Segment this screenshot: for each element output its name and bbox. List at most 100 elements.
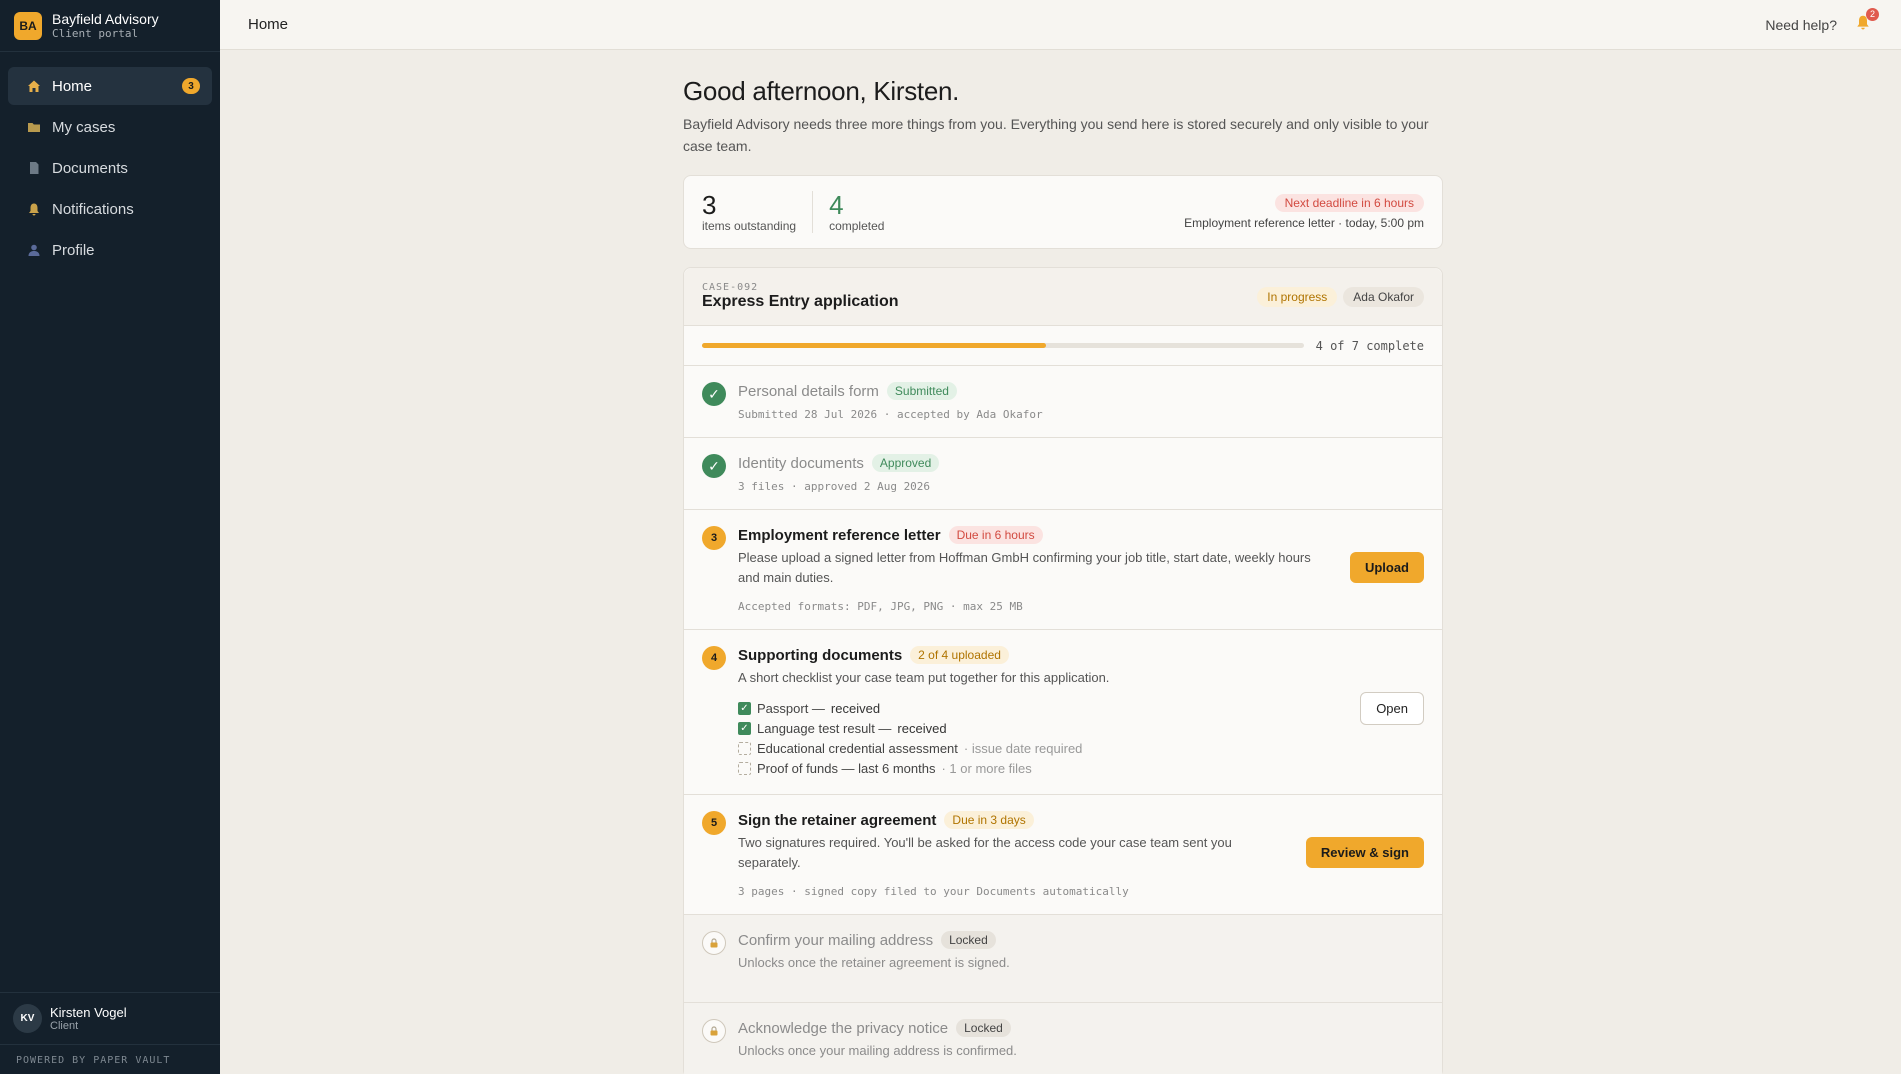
sidebar-item-label: My cases [52,118,116,136]
checklist-item-status: received [897,720,947,736]
task-description: Unlocks once the retainer agreement is s… [738,955,1010,970]
checkbox-empty-icon[interactable] [738,761,751,775]
step-number: 3 [702,526,726,550]
checklist-item[interactable]: ✓ Language test result — received [738,718,1424,738]
checklist-item-label: Proof of funds — last 6 months [757,760,936,776]
document-checklist: ✓ Passport — received ✓ Language test re… [738,698,1424,778]
outstanding-count: 3 [702,190,717,220]
page-title: Home [248,16,289,33]
deadline-badge: Next deadline in 6 hours [1274,194,1424,212]
task-title: Sign the retainer agreement [738,811,937,829]
status-badge: Due in 6 hours [948,526,1043,544]
task-description: A short checklist your case team put tog… [738,670,1110,685]
status-badge: Submitted [886,382,957,400]
user-name: Kirsten Vogel [50,1004,127,1020]
upload-button[interactable]: Upload [1349,552,1424,583]
deadline-text: Employment reference letter · today, 5:0… [1184,216,1424,230]
sidebar-item-label: Home [52,77,93,95]
checklist-item[interactable]: Proof of funds — last 6 months · 1 or mo… [738,758,1424,778]
case-header: CASE-092 Express Entry application In pr… [684,268,1442,326]
intro-text: Bayfield Advisory needs three more thing… [683,116,1429,154]
brand[interactable]: BA Bayfield Advisory Client portal [0,0,220,52]
task-title: Employment reference letter [738,526,941,544]
avatar: KV [13,1004,42,1033]
review-sign-button[interactable]: Review & sign [1305,837,1424,868]
sidebar-item-notifications[interactable]: Notifications [8,190,212,228]
status-badge: Approved [871,454,940,472]
checklist-item-label: Educational credential assessment [757,740,958,756]
sidebar-item-profile[interactable]: Profile [8,231,212,269]
sidebar-item-label: Profile [52,241,95,259]
task-title: Supporting documents [738,646,903,664]
checkbox-checked-icon[interactable]: ✓ [738,721,751,735]
check-icon: ✓ [702,454,726,478]
sidebar-item-documents[interactable]: Documents [8,149,212,187]
task-meta: 3 files · approved 2 Aug 2026 [738,480,931,493]
task-description: Unlocks once your mailing address is con… [738,1043,1017,1058]
status-badge: Locked [941,931,996,949]
task-mailing-address: Confirm your mailing address Locked Unlo… [684,915,1442,1003]
summary-card: 3 items outstanding 4 completed Next dea… [683,175,1443,249]
task-employment-reference[interactable]: 3 Employment reference letter Due in 6 h… [684,510,1442,630]
sidebar-item-my-cases[interactable]: My cases [8,108,212,146]
folder-icon [26,119,42,135]
status-badge: Locked [956,1019,1011,1037]
progress-bar [702,343,1304,348]
step-number: 4 [702,646,726,670]
status-badge: 2 of 4 uploaded [910,646,1009,664]
checklist-item[interactable]: Educational credential assessment · issu… [738,738,1424,758]
sidebar-nav: Home 3 My cases Documents Notifications [0,52,220,287]
task-title: Acknowledge the privacy notice [738,1019,949,1037]
status-badge: Due in 3 days [944,811,1034,829]
sidebar-item-home[interactable]: Home 3 [8,67,212,105]
case-owner-badge: Ada Okafor [1343,286,1424,307]
sidebar-item-label: Documents [52,159,128,177]
task-supporting-documents[interactable]: 4 Supporting documents 2 of 4 uploaded A… [684,630,1442,795]
progress-label: 4 of 7 complete [1315,338,1424,353]
checklist-item[interactable]: ✓ Passport — received [738,698,1424,718]
open-button[interactable]: Open [1360,692,1424,725]
next-deadline: Next deadline in 6 hours Employment refe… [1184,194,1424,230]
task-meta: Accepted formats: PDF, JPG, PNG · max 25… [738,600,1023,613]
task-identity-documents[interactable]: ✓ Identity documents Approved 3 files · … [684,438,1442,510]
lock-icon [702,931,726,955]
notification-count-badge: 2 [1866,7,1879,21]
task-description: Two signatures required. You'll be asked… [738,835,1232,870]
task-title: Personal details form [738,382,879,400]
checklist-item-label: Passport — [757,700,825,716]
checkbox-checked-icon[interactable]: ✓ [738,701,751,715]
help-link[interactable]: Need help? [1765,17,1837,33]
sidebar: BA Bayfield Advisory Client portal Home … [0,0,220,1074]
task-meta: 3 pages · signed copy filed to your Docu… [738,885,1129,898]
notifications-button[interactable]: 2 [1853,7,1879,35]
case-title: Express Entry application [702,293,899,310]
task-meta: Submitted 28 Jul 2026 · accepted by Ada … [738,408,1043,421]
checklist-item-label: Language test result — [757,720,892,736]
task-privacy-notice: Acknowledge the privacy notice Locked Un… [684,1003,1442,1074]
task-title: Confirm your mailing address [738,931,934,949]
topbar: Home Need help? 2 [220,0,1901,50]
powered-by: POWERED BY PAPER VAULT [0,1044,220,1074]
case-id: CASE-092 [702,282,759,293]
case-status-badge: In progress [1257,286,1338,307]
brand-logo: BA [14,11,42,40]
stat-completed: 4 completed [812,191,900,233]
task-personal-details[interactable]: ✓ Personal details form Submitted Submit… [684,366,1442,438]
checkbox-empty-icon[interactable] [738,741,751,755]
task-description: Please upload a signed letter from Hoffm… [738,550,1311,585]
progress-bar-fill [702,343,1046,348]
task-title: Identity documents [738,454,864,472]
checklist-item-note: · 1 or more files [941,760,1032,776]
main-content: Good afternoon, Kirsten. Bayfield Adviso… [683,50,1443,1074]
brand-subtitle: Client portal [52,26,139,40]
outstanding-label: items outstanding [702,219,797,233]
user-card[interactable]: KV Kirsten Vogel Client [0,992,220,1044]
completed-label: completed [829,219,885,233]
greeting: Good afternoon, Kirsten. [683,76,960,106]
home-icon [26,78,42,94]
lock-icon [702,1019,726,1043]
task-retainer-agreement[interactable]: 5 Sign the retainer agreement Due in 3 d… [684,795,1442,915]
bell-icon [26,201,42,217]
check-icon: ✓ [702,382,726,406]
user-role: Client [50,1019,79,1032]
